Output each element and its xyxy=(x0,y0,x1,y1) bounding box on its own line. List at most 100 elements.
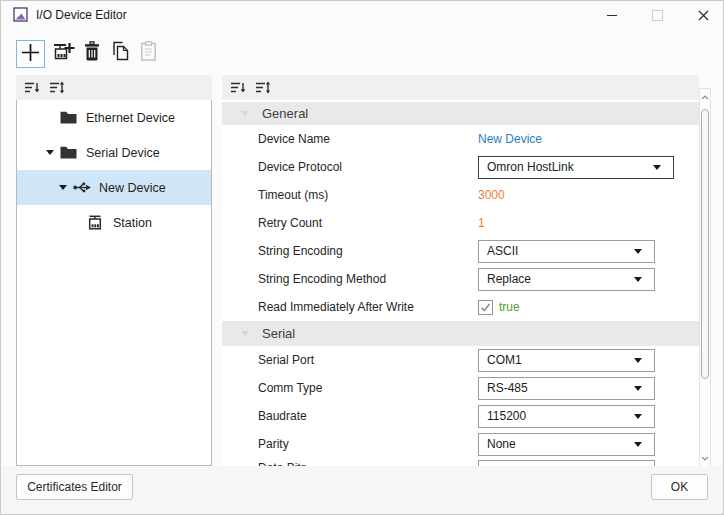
io-device-editor-window: { "window": { "title": "I/O Device Edito… xyxy=(0,0,724,515)
dropdown-value: RS-485 xyxy=(487,381,528,395)
scrollbar-thumb[interactable] xyxy=(701,109,709,379)
sort-descending-icon[interactable] xyxy=(23,80,40,96)
device-tree-panel: Ethernet Device Serial Device New Device St… xyxy=(16,75,212,466)
paste-button[interactable] xyxy=(135,40,162,66)
tree-item-label: Ethernet Device xyxy=(86,111,175,125)
property-value: 1 xyxy=(478,216,485,230)
property-row: Comm Type RS-485 xyxy=(222,374,699,402)
copy-icon xyxy=(110,41,130,65)
tree-item-new-device[interactable]: New Device xyxy=(17,170,211,205)
property-row: Serial Port COM1 xyxy=(222,346,699,374)
clipboard-icon xyxy=(140,41,157,65)
toolbar xyxy=(0,30,724,75)
property-label: String Encoding Method xyxy=(258,272,478,286)
chevron-down-icon xyxy=(634,414,642,419)
tree-item-ethernet-device[interactable]: Ethernet Device xyxy=(17,100,211,135)
station-plus-icon xyxy=(53,41,75,66)
property-value: New Device xyxy=(478,132,542,146)
scrollbar-up-icon[interactable] xyxy=(700,91,710,103)
titlebar: I/O Device Editor xyxy=(0,0,724,30)
section-collapse-icon xyxy=(241,331,249,336)
tree-panel-header xyxy=(16,75,212,100)
property-label: Serial Port xyxy=(258,353,478,367)
property-row: Timeout (ms)3000 xyxy=(222,181,699,209)
property-value: 3000 xyxy=(478,188,505,202)
close-button[interactable] xyxy=(686,0,720,30)
property-row: String Encoding ASCII xyxy=(222,237,699,265)
property-value: true xyxy=(499,300,520,314)
scrollbar-down-icon[interactable] xyxy=(700,452,710,464)
dropdown-value: 115200 xyxy=(487,409,526,423)
window-title: I/O Device Editor xyxy=(36,8,127,22)
property-dropdown[interactable]: ASCII xyxy=(478,240,655,263)
ok-button[interactable]: OK xyxy=(651,474,708,500)
property-label: Device Name xyxy=(258,132,478,146)
section-title: General xyxy=(262,106,308,121)
property-label: Device Protocol xyxy=(258,160,478,174)
property-row: Data Bits8 xyxy=(222,458,699,466)
add-device-button[interactable] xyxy=(16,40,45,68)
sort-reorder-icon[interactable] xyxy=(254,80,271,96)
sort-reorder-icon[interactable] xyxy=(48,80,65,96)
property-dropdown[interactable]: Omron HostLink xyxy=(478,156,674,179)
property-dropdown[interactable]: Replace xyxy=(478,268,655,291)
property-label: Comm Type xyxy=(258,381,478,395)
property-label: Parity xyxy=(258,437,478,451)
property-label: String Encoding xyxy=(258,244,478,258)
maximize-button[interactable] xyxy=(640,0,674,30)
minimize-button[interactable] xyxy=(595,0,629,30)
property-dropdown[interactable]: None xyxy=(478,433,655,456)
chevron-down-icon xyxy=(634,358,642,363)
property-row: Read Immediately After Write true xyxy=(222,293,699,321)
plus-icon xyxy=(20,42,41,67)
usb-icon xyxy=(73,181,92,194)
dropdown-value: Replace xyxy=(487,272,531,286)
certificates-editor-button[interactable]: Certificates Editor xyxy=(16,474,133,500)
expander-down-icon[interactable] xyxy=(40,150,60,155)
expander-down-icon[interactable] xyxy=(53,185,73,190)
section-header-general[interactable]: General xyxy=(222,102,699,125)
chevron-down-icon xyxy=(653,165,661,170)
property-label: Timeout (ms) xyxy=(258,188,478,202)
property-row: String Encoding Method Replace xyxy=(222,265,699,293)
dropdown-value: COM1 xyxy=(487,353,522,367)
minimize-icon xyxy=(607,15,617,16)
app-icon xyxy=(13,7,28,22)
property-label: Read Immediately After Write xyxy=(258,300,478,314)
maximize-icon xyxy=(652,10,663,21)
property-dropdown[interactable]: 115200 xyxy=(478,405,655,428)
dropdown-value: ASCII xyxy=(487,244,518,258)
dropdown-value: Omron HostLink xyxy=(487,160,574,174)
trash-icon xyxy=(83,41,101,65)
tree-item-label: Serial Device xyxy=(86,146,160,160)
add-station-button[interactable] xyxy=(50,40,77,66)
property-dropdown[interactable]: RS-485 xyxy=(478,377,655,400)
property-row: ParityNone xyxy=(222,430,699,458)
property-row: Device NameNew Device xyxy=(222,125,699,153)
property-label: Baudrate xyxy=(258,409,478,423)
sort-descending-icon[interactable] xyxy=(229,80,246,96)
section-header-serial[interactable]: Serial xyxy=(222,321,699,346)
vertical-scrollbar xyxy=(699,88,711,466)
chevron-down-icon xyxy=(634,386,642,391)
chevron-down-icon xyxy=(634,277,642,282)
property-row: Retry Count1 xyxy=(222,209,699,237)
section-title: Serial xyxy=(262,326,295,341)
close-icon xyxy=(698,10,709,21)
tree-item-station[interactable]: Station xyxy=(17,205,211,240)
delete-button[interactable] xyxy=(78,40,105,66)
folder-icon xyxy=(60,111,79,124)
chevron-down-icon xyxy=(634,442,642,447)
property-row: Baudrate 115200 xyxy=(222,402,699,430)
property-row: Device Protocol Omron HostLink xyxy=(222,153,699,181)
property-dropdown[interactable]: COM1 xyxy=(478,349,655,372)
section-collapse-icon xyxy=(241,111,249,116)
tree-item-label: Station xyxy=(113,216,152,230)
copy-button[interactable] xyxy=(106,40,133,66)
checkbox[interactable] xyxy=(478,300,493,315)
chevron-down-icon xyxy=(634,249,642,254)
property-panel: GeneralDevice NameNew DeviceDevice Proto… xyxy=(222,75,711,466)
tree-item-serial-device[interactable]: Serial Device xyxy=(17,135,211,170)
station-icon xyxy=(87,215,106,230)
property-panel-header xyxy=(222,75,699,100)
